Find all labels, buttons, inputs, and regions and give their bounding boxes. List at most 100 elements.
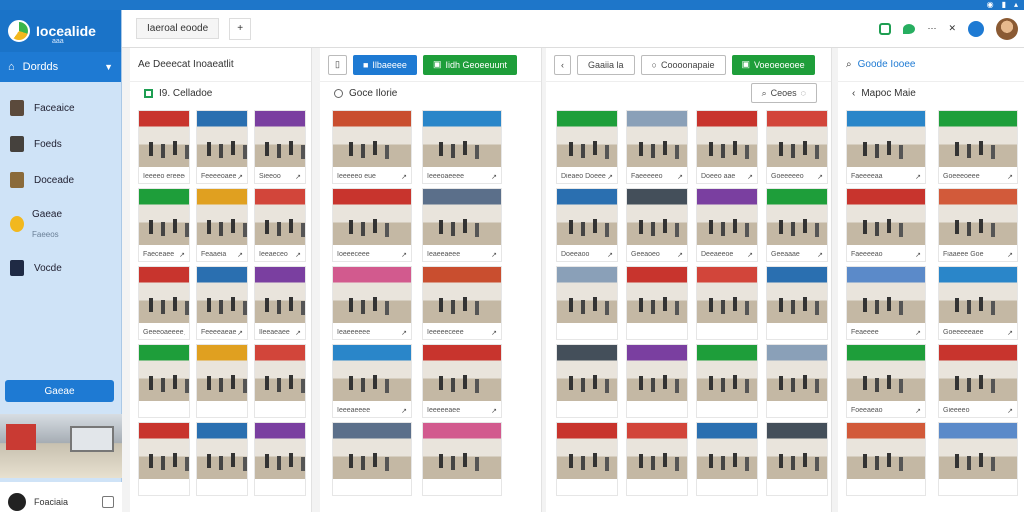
sidebar-action-button[interactable]: Gaeae: [5, 380, 114, 402]
sidebar-item-4[interactable]: Gaeae Faeeos: [0, 204, 121, 244]
notification-icon[interactable]: ⋯: [927, 23, 936, 34]
open-icon[interactable]: ↗: [183, 329, 185, 337]
open-icon[interactable]: ↗: [915, 251, 921, 259]
image-card[interactable]: [938, 422, 1018, 496]
open-icon[interactable]: ↗: [1007, 407, 1013, 415]
image-card[interactable]: Gieeeeo ↗: [938, 344, 1018, 418]
image-card[interactable]: Feaaeia ↗: [196, 188, 248, 262]
image-card[interactable]: Foeeaeao ↗: [846, 344, 926, 418]
image-card[interactable]: Goeeeeeaee ↗: [938, 266, 1018, 340]
image-card[interactable]: [138, 422, 190, 496]
open-icon[interactable]: ↗: [915, 329, 921, 337]
open-icon[interactable]: ↗: [179, 251, 185, 259]
image-card[interactable]: Ieaeeeeee ↗: [332, 266, 412, 340]
image-card[interactable]: Ieeaeceo ↗: [254, 188, 306, 262]
image-card[interactable]: [766, 422, 828, 496]
image-card[interactable]: Faeeeeeo ↗: [626, 110, 688, 184]
open-icon[interactable]: ↗: [915, 407, 921, 415]
image-card[interactable]: Feeeeoaee ↗: [196, 110, 248, 184]
open-icon[interactable]: ↗: [295, 251, 301, 259]
sidebar-item-2[interactable]: Foeds: [0, 126, 121, 162]
image-card[interactable]: Geeaoeo ↗: [626, 188, 688, 262]
open-icon[interactable]: ↗: [401, 329, 407, 337]
image-card[interactable]: [556, 422, 618, 496]
open-icon[interactable]: ↗: [747, 251, 753, 259]
image-card[interactable]: [626, 344, 688, 418]
image-card[interactable]: [254, 422, 306, 496]
open-icon[interactable]: ↗: [747, 173, 753, 181]
image-card[interactable]: [196, 422, 248, 496]
search-button[interactable]: ⌕ Ceoes ◌: [750, 83, 817, 103]
sidebar-user[interactable]: Foaciaia: [0, 482, 122, 512]
image-card[interactable]: Faeeeeaa ↗: [846, 110, 926, 184]
open-icon[interactable]: ↗: [1007, 173, 1013, 181]
back-icon[interactable]: ‹: [852, 88, 855, 99]
image-card[interactable]: Ieeeeeo eue ↗: [332, 110, 412, 184]
image-card[interactable]: [766, 344, 828, 418]
grid-icon[interactable]: [879, 22, 892, 35]
image-card[interactable]: Ieeeeo ereeee↗: [138, 110, 190, 184]
open-icon[interactable]: ↗: [1007, 251, 1013, 259]
image-card[interactable]: Geeaaae ↗: [766, 188, 828, 262]
image-card[interactable]: [196, 344, 248, 418]
back-button[interactable]: ‹: [554, 54, 571, 75]
image-card[interactable]: Doeeo aae ↗: [696, 110, 758, 184]
chat-icon[interactable]: [903, 23, 916, 34]
open-icon[interactable]: ↗: [491, 173, 497, 181]
image-card[interactable]: Goeeeeeo ↗: [766, 110, 828, 184]
add-tab-button[interactable]: +: [229, 17, 252, 40]
sidebar-section-header[interactable]: ⌂ Dordds ▼: [0, 52, 121, 82]
open-icon[interactable]: ↗: [915, 173, 921, 181]
image-card[interactable]: Ieaeeaeee ↗: [422, 188, 502, 262]
open-icon[interactable]: ↗: [677, 173, 683, 181]
open-icon[interactable]: ↗: [401, 407, 407, 415]
image-card[interactable]: [696, 344, 758, 418]
image-card[interactable]: Ileeaeaee ↗: [254, 266, 306, 340]
sidebar-item-1[interactable]: Faceaice: [0, 90, 121, 126]
help-icon[interactable]: [968, 20, 984, 37]
select-button[interactable]: ▯: [328, 54, 347, 75]
sidebar-item-3[interactable]: Doceade: [0, 162, 121, 198]
open-icon[interactable]: ↗: [401, 173, 407, 181]
open-icon[interactable]: ↗: [295, 329, 301, 337]
open-icon[interactable]: ↗: [237, 329, 243, 337]
image-card[interactable]: Geeeoaeeee↗: [138, 266, 190, 340]
app-logo[interactable]: Iocealide aaa: [0, 10, 121, 52]
open-icon[interactable]: ↗: [491, 251, 497, 259]
image-card[interactable]: [422, 422, 502, 496]
image-card[interactable]: Faeeeeao ↗: [846, 188, 926, 262]
tab-main[interactable]: Iaeroal eoode: [136, 18, 220, 39]
open-icon[interactable]: ↗: [607, 173, 613, 181]
open-icon[interactable]: ↗: [817, 251, 823, 259]
image-card[interactable]: [254, 344, 306, 418]
image-card[interactable]: [696, 422, 758, 496]
image-card[interactable]: [556, 266, 618, 340]
sort-button[interactable]: ○ Coooonapaie: [640, 54, 726, 75]
image-card[interactable]: Goeeeoeee ↗: [938, 110, 1018, 184]
open-icon[interactable]: ↗: [237, 173, 243, 181]
image-card[interactable]: Feaeeee ↗: [846, 266, 926, 340]
open-icon[interactable]: ↗: [491, 407, 497, 415]
image-card[interactable]: Ieeeeeaee ↗: [422, 344, 502, 418]
image-card[interactable]: Ieeeoaeeee ↗: [422, 110, 502, 184]
image-card[interactable]: Deeaeeoe ↗: [696, 188, 758, 262]
image-card[interactable]: Feeeeaeae ↗: [196, 266, 248, 340]
close-icon[interactable]: ✕: [948, 23, 956, 34]
action-button[interactable]: ▣ Voeoeoeoee: [731, 54, 815, 75]
panel-top-label[interactable]: Goode Iooee: [858, 59, 916, 70]
image-card[interactable]: Ieeeeeceee ↗: [422, 266, 502, 340]
open-icon[interactable]: ↗: [237, 251, 243, 259]
image-card[interactable]: Sieeoo ↗: [254, 110, 306, 184]
image-card[interactable]: Ieeeaeeee ↗: [332, 344, 412, 418]
image-card[interactable]: [138, 344, 190, 418]
image-card[interactable]: [626, 266, 688, 340]
profile-avatar[interactable]: [996, 17, 1018, 40]
open-icon[interactable]: ↗: [677, 251, 683, 259]
primary-button[interactable]: ■ Ilbaeeee: [352, 54, 417, 75]
filter-button[interactable]: Gaaiia la: [577, 54, 635, 75]
image-card[interactable]: Doeeaoo ↗: [556, 188, 618, 262]
image-card[interactable]: [846, 422, 926, 496]
secondary-button[interactable]: ▣ Iidh Geoeeuunt: [422, 54, 518, 75]
image-card[interactable]: Ioeeeceee ↗: [332, 188, 412, 262]
image-card[interactable]: [766, 266, 828, 340]
